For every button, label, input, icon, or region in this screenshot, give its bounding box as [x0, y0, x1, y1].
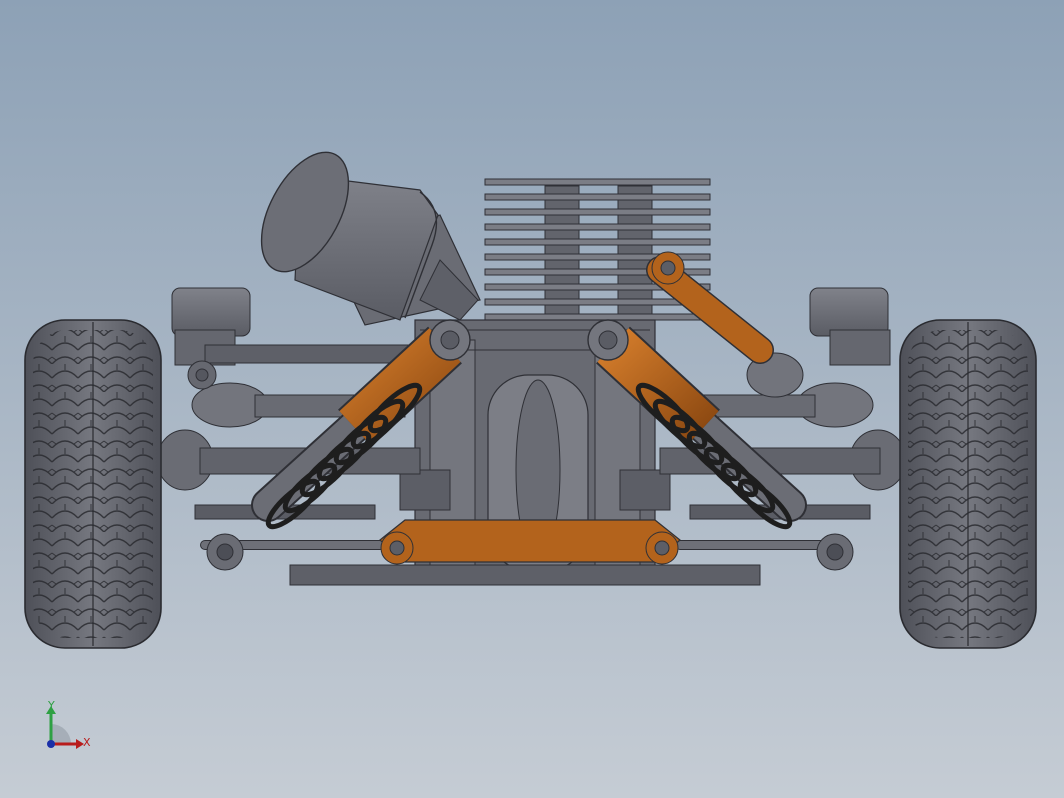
triad-x-label: X — [83, 736, 91, 749]
cad-graphics-viewport[interactable]: Y X — [0, 0, 1064, 798]
right-front-tire — [899, 319, 1037, 649]
orange-lower-brace — [379, 519, 681, 565]
rc-car-chassis-model[interactable] — [0, 0, 1064, 798]
axis-triad: Y X — [40, 698, 100, 758]
left-front-tire — [24, 319, 162, 649]
triad-y-label: Y — [48, 699, 55, 712]
